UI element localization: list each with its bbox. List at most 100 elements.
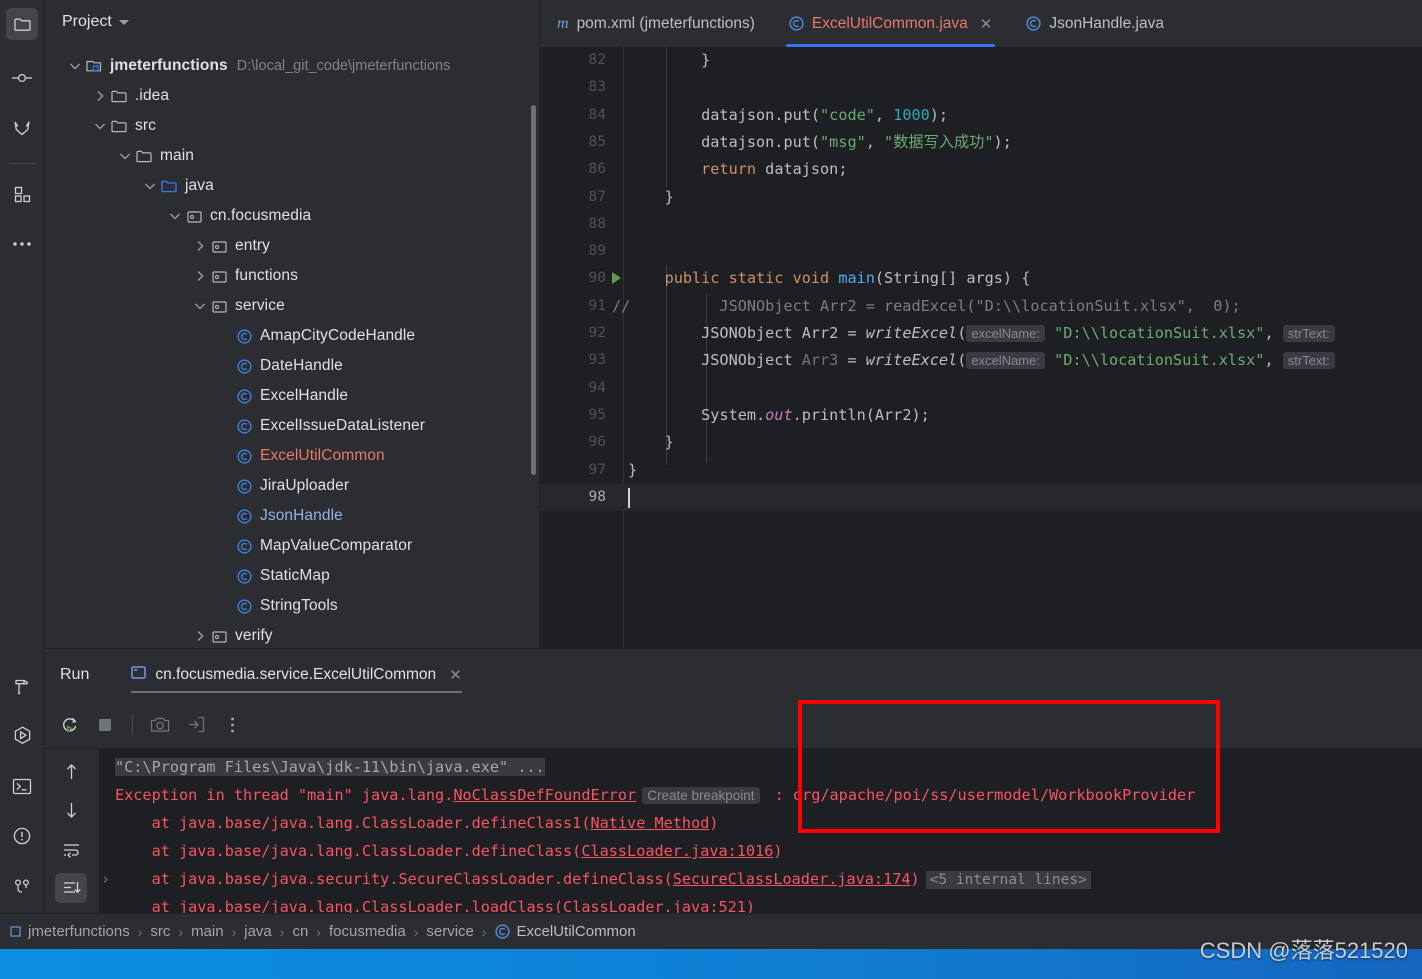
- console-link[interactable]: ClassLoader.java:521: [563, 898, 746, 913]
- console-output[interactable]: "C:\Program Files\Java\jdk-11\bin\java.e…: [98, 749, 1422, 913]
- tree-node-functions[interactable]: functions: [44, 261, 539, 291]
- breadcrumb-item-focusmedia[interactable]: focusmedia: [329, 923, 406, 940]
- code-line[interactable]: 93 JSONObject Arr3 = writeExcel(excelNam…: [540, 347, 1422, 374]
- tree-node-java[interactable]: java: [44, 171, 539, 201]
- console-chip[interactable]: Create breakpoint: [642, 787, 760, 804]
- build-icon[interactable]: [6, 671, 38, 703]
- breadcrumb-item-java[interactable]: java: [244, 923, 272, 940]
- code-line[interactable]: 98: [540, 483, 1422, 512]
- editor-tab-excelutilcommon[interactable]: ExcelUtilCommon.java ✕: [772, 0, 1010, 47]
- chevron-down-icon[interactable]: [166, 207, 184, 225]
- chevron-down-icon[interactable]: [118, 19, 129, 25]
- project-icon[interactable]: [6, 8, 38, 40]
- project-tree-scrollbar[interactable]: [531, 105, 536, 475]
- tree-node-verify[interactable]: verify: [44, 621, 539, 648]
- scroll-to-end-button[interactable]: [55, 873, 87, 903]
- down-arrow-button[interactable]: [55, 795, 87, 825]
- code-line[interactable]: 87 }: [540, 184, 1422, 211]
- console-link[interactable]: Native Method: [590, 814, 709, 832]
- run-gutter-icon[interactable]: [612, 272, 621, 285]
- breadcrumb-item-jmeterfunctions[interactable]: jmeterfunctions: [10, 923, 130, 940]
- code-line[interactable]: 88: [540, 211, 1422, 238]
- code-line[interactable]: 91// JSONObject Arr2 = readExcel("D:\\lo…: [540, 293, 1422, 320]
- close-icon[interactable]: ✕: [449, 666, 462, 684]
- code-line[interactable]: 90 public static void main(String[] args…: [540, 265, 1422, 292]
- tree-node-cn-focusmedia[interactable]: cn.focusmedia: [44, 201, 539, 231]
- project-panel-header[interactable]: Project: [44, 0, 539, 44]
- commit-icon[interactable]: [6, 62, 38, 94]
- tree-node-datehandle[interactable]: DateHandle: [44, 351, 539, 381]
- tree-node-excelissuedatalistener[interactable]: ExcelIssueDataListener: [44, 411, 539, 441]
- problems-icon[interactable]: [6, 820, 38, 852]
- chevron-down-icon[interactable]: [191, 297, 209, 315]
- code-line[interactable]: 92 JSONObject Arr2 = writeExcel(excelNam…: [540, 320, 1422, 347]
- breadcrumb-item-cn[interactable]: cn: [292, 923, 308, 940]
- chevron-right-icon[interactable]: [91, 87, 109, 105]
- tree-node-mapvaluecomparator[interactable]: MapValueComparator: [44, 531, 539, 561]
- tree-node--idea[interactable]: .idea: [44, 81, 539, 111]
- code-line[interactable]: 84 datajson.put("code", 1000);: [540, 102, 1422, 129]
- console-line[interactable]: at java.base/java.security.SecureClassLo…: [115, 865, 1097, 893]
- code-lines[interactable]: 82 } 83 84 datajson.put("code", 1000); 85 d…: [540, 47, 1422, 648]
- editor-tabbar[interactable]: m pom.xml (jmeterfunctions) ExcelUtilCommo…: [540, 0, 1422, 47]
- console-link[interactable]: SecureClassLoader.java:174: [673, 870, 911, 888]
- stop-button[interactable]: [90, 710, 120, 740]
- tree-node-entry[interactable]: entry: [44, 231, 539, 261]
- chevron-right-icon[interactable]: [191, 627, 209, 645]
- console-line[interactable]: Exception in thread "main" java.lang.NoC…: [115, 781, 1195, 809]
- chevron-down-icon[interactable]: [141, 177, 159, 195]
- structure-icon[interactable]: [6, 178, 38, 210]
- camera-icon[interactable]: [145, 710, 175, 740]
- tree-node-jsonhandle[interactable]: JsonHandle: [44, 501, 539, 531]
- code-line[interactable]: 85 datajson.put("msg", "数据写入成功");: [540, 129, 1422, 156]
- breadcrumb-item-excelutilcommon[interactable]: ExcelUtilCommon: [494, 923, 636, 940]
- pull-requests-icon[interactable]: [6, 112, 38, 144]
- tree-node-jirauploader[interactable]: JiraUploader: [44, 471, 539, 501]
- soft-wrap-button[interactable]: [55, 835, 87, 865]
- code-line[interactable]: 89: [540, 238, 1422, 265]
- code-line[interactable]: 83: [540, 74, 1422, 101]
- expand-stack-icon[interactable]: ›: [101, 865, 110, 893]
- chevron-right-icon[interactable]: [191, 267, 209, 285]
- tree-node-src[interactable]: src: [44, 111, 539, 141]
- console-line[interactable]: "C:\Program Files\Java\jdk-11\bin\java.e…: [115, 753, 545, 781]
- code-line[interactable]: 82 }: [540, 47, 1422, 74]
- code-line[interactable]: 95 System.out.println(Arr2);: [540, 402, 1422, 429]
- code-line[interactable]: 94: [540, 375, 1422, 402]
- tree-node-excelutilcommon[interactable]: ExcelUtilCommon: [44, 441, 539, 471]
- code-line[interactable]: 96 }: [540, 429, 1422, 456]
- project-tree[interactable]: jmeterfunctions D:\local_git_code\jmeterf…: [44, 44, 539, 648]
- breadcrumb-item-src[interactable]: src: [150, 923, 170, 940]
- rerun-button[interactable]: [54, 710, 84, 740]
- run-config-tab[interactable]: cn.focusmedia.service.ExcelUtilCommon ✕: [131, 649, 462, 701]
- terminal-icon[interactable]: [6, 770, 38, 802]
- chevron-down-icon[interactable]: [91, 117, 109, 135]
- editor-tab-jsonhandle[interactable]: JsonHandle.java: [1009, 0, 1181, 47]
- code-line[interactable]: 86 return datajson;: [540, 156, 1422, 183]
- tree-node-jmeterfunctions[interactable]: jmeterfunctions D:\local_git_code\jmeterf…: [44, 51, 539, 81]
- up-arrow-button[interactable]: [55, 757, 87, 787]
- tree-node-staticmap[interactable]: StaticMap: [44, 561, 539, 591]
- chevron-right-icon[interactable]: [191, 237, 209, 255]
- export-icon[interactable]: [181, 710, 211, 740]
- tree-node-excelhandle[interactable]: ExcelHandle: [44, 381, 539, 411]
- chevron-down-icon[interactable]: [116, 147, 134, 165]
- more-tool-windows-icon[interactable]: [6, 228, 38, 260]
- more-options-button[interactable]: [217, 710, 247, 740]
- console-link[interactable]: ClassLoader.java:1016: [581, 842, 773, 860]
- console-line[interactable]: at java.base/java.lang.ClassLoader.loadC…: [115, 893, 756, 913]
- breadcrumb-item-main[interactable]: main: [191, 923, 224, 940]
- code-viewport[interactable]: 82 } 83 84 datajson.put("code", 1000); 85 d…: [540, 47, 1422, 648]
- editor-tab-pom[interactable]: m pom.xml (jmeterfunctions): [540, 0, 772, 47]
- breadcrumb-item-service[interactable]: service: [426, 923, 474, 940]
- tree-node-stringtools[interactable]: StringTools: [44, 591, 539, 621]
- console-link[interactable]: NoClassDefFoundError: [453, 786, 636, 804]
- tree-node-main[interactable]: main: [44, 141, 539, 171]
- version-control-icon[interactable]: [6, 871, 38, 903]
- console-line[interactable]: at java.base/java.lang.ClassLoader.defin…: [115, 837, 783, 865]
- tree-node-service[interactable]: service: [44, 291, 539, 321]
- chevron-down-icon[interactable]: [66, 57, 84, 75]
- tree-node-amapcitycodehandle[interactable]: AmapCityCodeHandle: [44, 321, 539, 351]
- run-icon[interactable]: [6, 719, 38, 751]
- close-icon[interactable]: ✕: [980, 15, 993, 33]
